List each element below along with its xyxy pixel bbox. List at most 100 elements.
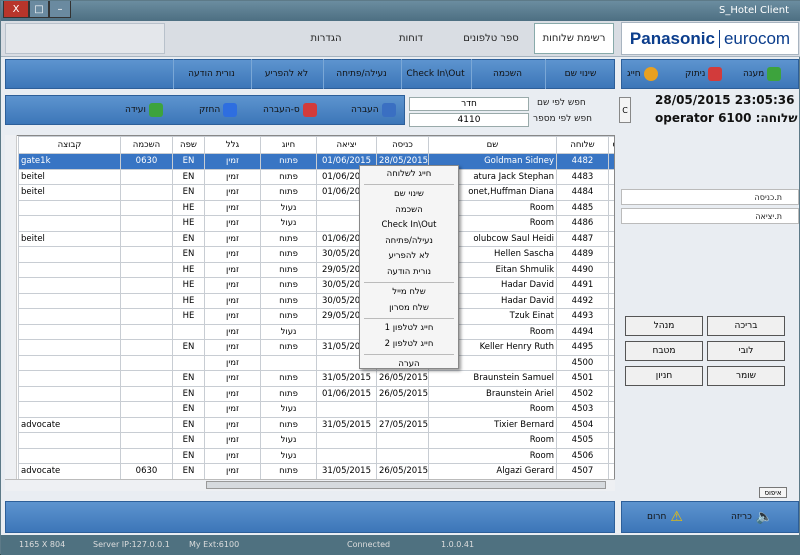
context-menu-item[interactable]: שלח מייל [360, 285, 458, 301]
context-menu-item[interactable]: לא להפריע [360, 249, 458, 265]
table-row[interactable]: gate1k 0630 EN זמין פתוח 01/06/2015 28/05/2015… [18, 153, 614, 170]
table-row[interactable]: advocate 0630 EN זמין פתוח 31/05/2015 26/05/20… [18, 463, 614, 480]
col-dialing[interactable]: חיוג [260, 136, 317, 154]
table-row[interactable]: EN זמין פתוח 01/06/2015 26/05/2015 Braunstein… [18, 385, 614, 402]
vertical-scrollbar[interactable] [5, 135, 17, 479]
maximize-button[interactable]: □ [29, 1, 49, 18]
table-row[interactable]: זמין 4500 [18, 354, 614, 371]
message-lamp-button[interactable]: נורית הודעה [173, 59, 249, 89]
table-row[interactable]: HE זמין פתוח 29/05/2015 Eitan Shmulik 4490 [18, 261, 614, 278]
table-row[interactable]: beitel EN זמין פתוח 01/06/2015 onet,Huffman D… [18, 184, 614, 201]
tab-extensions-list[interactable]: רשימת שלוחות [534, 23, 614, 54]
cell-checkin: 27/05/2015 [376, 416, 429, 433]
context-menu-item[interactable]: חייג לטלפון 2 [360, 336, 458, 352]
context-menu-item[interactable]: הערה [360, 357, 458, 373]
row-checkbox[interactable] [613, 248, 614, 257]
search-by-number-input[interactable]: 4110 [409, 113, 529, 127]
table-row[interactable]: EN זמין פתוח 31/05/2015 26/05/2015 Braunstein… [18, 370, 614, 387]
table-row[interactable]: beitel EN זמין פתוח 01/06/2015 olubcow Saul H… [18, 230, 614, 247]
tab-phonebook[interactable]: ספר טלפונים [451, 23, 531, 54]
col-group[interactable]: קבוצה [18, 136, 121, 154]
speed-dial-parking[interactable]: חניון [625, 366, 703, 386]
speed-dial-kitchen[interactable]: מטבח [625, 341, 703, 361]
row-checkbox[interactable] [613, 465, 614, 474]
row-checkbox[interactable] [613, 310, 614, 319]
context-menu-item[interactable]: חייג לשלוחה [360, 166, 458, 182]
speed-dial-lobby[interactable]: לובי [707, 341, 785, 361]
table-row[interactable]: HE זמין פתוח 30/05/2015 Hadar David 4491 [18, 277, 614, 294]
table-row[interactable]: HE זמין נעול Room 4485 [18, 199, 614, 216]
s-transfer-button[interactable]: ס-העברה [263, 98, 320, 122]
clear-search-button[interactable]: C [619, 97, 631, 123]
emergency-button[interactable]: חרום ⚠ [647, 505, 683, 529]
table-row[interactable]: זמין נעול Room 4494 [18, 323, 614, 340]
row-checkbox[interactable] [613, 171, 614, 180]
context-menu-item[interactable]: Check In\Out [360, 218, 458, 234]
context-menu-item[interactable]: נורית הודעה [360, 264, 458, 280]
do-not-disturb-button[interactable]: לא להפריע [251, 59, 321, 89]
context-menu-item[interactable]: נעילה/פתיחה [360, 233, 458, 249]
speed-dial-pool[interactable]: בריכה [707, 316, 785, 336]
col-checkout[interactable]: יציאה [316, 136, 377, 154]
hold-button[interactable]: החזק [199, 98, 240, 122]
context-menu-item[interactable]: חייג לטלפון 1 [360, 321, 458, 337]
hangup-button[interactable]: ניתוק [685, 65, 725, 83]
checkin-out-button[interactable]: Check In\Out [401, 59, 469, 89]
row-checkbox[interactable] [613, 450, 614, 459]
row-checkbox[interactable] [613, 295, 614, 304]
dial-button[interactable]: חייג [627, 65, 661, 83]
context-menu-item[interactable]: שינוי שם [360, 187, 458, 203]
tab-settings[interactable]: הגדרות [296, 23, 356, 54]
col-ch[interactable]: ch [608, 136, 614, 154]
wakeup-button[interactable]: השכמה [471, 59, 543, 89]
row-checkbox[interactable] [613, 233, 614, 242]
row-checkbox[interactable] [613, 155, 614, 164]
row-checkbox[interactable] [613, 434, 614, 443]
context-menu-item[interactable]: שלח מסרון [360, 300, 458, 316]
close-button[interactable]: X [3, 1, 29, 18]
rename-button[interactable]: שינוי שם [545, 59, 615, 89]
table-row[interactable]: beitel EN זמין פתוח 01/06/2015 atura Jack Ste… [18, 168, 614, 185]
table-row[interactable]: EN זמין פתוח 31/05/2015 Keller Henry Ruth 449… [18, 339, 614, 356]
row-checkbox[interactable] [613, 217, 614, 226]
row-checkbox[interactable] [613, 372, 614, 381]
transfer-button[interactable]: העברה [351, 98, 399, 122]
table-row[interactable]: EN זמין נעול Room 4505 [18, 432, 614, 449]
table-row[interactable]: HE זמין פתוח 30/05/2015 Hadar David 4492 [18, 292, 614, 309]
search-by-name-input[interactable]: חדר [409, 97, 529, 111]
reset-button[interactable]: איפוס [759, 487, 787, 498]
row-checkbox[interactable] [613, 403, 614, 412]
col-checkin[interactable]: כניסה [376, 136, 429, 154]
col-language[interactable]: שפה [172, 136, 205, 154]
table-row[interactable]: EN זמין נעול Room 4506 [18, 447, 614, 464]
answer-button[interactable]: מענה [743, 65, 784, 83]
lock-unlock-button[interactable]: נעילה/פתיחה [323, 59, 399, 89]
table-row[interactable]: HE זמין פתוח 29/05/2015 Tzuk Einat 4493 [18, 308, 614, 325]
col-wakeup[interactable]: השכמה [120, 136, 173, 154]
row-checkbox[interactable] [613, 341, 614, 350]
speed-dial-guard[interactable]: שומר [707, 366, 785, 386]
row-checkbox[interactable] [613, 388, 614, 397]
col-name[interactable]: שם [428, 136, 557, 154]
row-checkbox[interactable] [613, 264, 614, 273]
col-roll[interactable]: גלל [204, 136, 261, 154]
conference-button[interactable]: ועידה [125, 98, 166, 122]
table-row[interactable]: EN זמין נעול Room 4503 [18, 401, 614, 418]
row-checkbox[interactable] [613, 279, 614, 288]
context-menu-item[interactable]: השכמה [360, 202, 458, 218]
row-checkbox[interactable] [613, 326, 614, 335]
menu-blank-area [5, 23, 165, 54]
row-checkbox[interactable] [613, 357, 614, 366]
speed-dial-manager[interactable]: מנהל [625, 316, 703, 336]
row-checkbox[interactable] [613, 186, 614, 195]
table-row[interactable]: HE זמין נעול Room 4486 [18, 215, 614, 232]
announce-button[interactable]: כריזה 🔈 [731, 505, 773, 529]
horizontal-scroll-thumb[interactable] [206, 481, 606, 489]
row-checkbox[interactable] [613, 202, 614, 211]
table-row[interactable]: advocate EN זמין פתוח 31/05/2015 27/05/2015 Ti… [18, 416, 614, 433]
table-row[interactable]: EN זמין פתוח 30/05/2015 Hellen Sascha 4489 [18, 246, 614, 263]
tab-reports[interactable]: דוחות [381, 23, 441, 54]
col-extension[interactable]: שלוחה [556, 136, 609, 154]
minimize-button[interactable]: – [49, 1, 71, 18]
row-checkbox[interactable] [613, 419, 614, 428]
